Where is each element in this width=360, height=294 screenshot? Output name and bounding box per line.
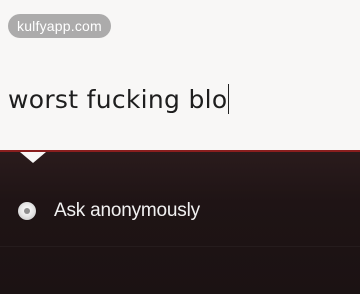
watermark-badge: kulfyapp.com [8, 14, 111, 38]
question-input[interactable]: worst fucking blo [8, 84, 230, 114]
question-input-text: worst fucking blo [8, 85, 228, 114]
text-caret [228, 84, 230, 114]
ask-anonymously-option[interactable]: Ask anonymously [18, 196, 200, 226]
radio-icon[interactable] [18, 202, 36, 220]
ask-anonymously-label: Ask anonymously [54, 200, 200, 221]
page: worst fucking blo kulfyapp.com Ask anony… [0, 0, 360, 294]
pointer-notch-icon [20, 152, 46, 163]
panel-divider [0, 246, 360, 247]
